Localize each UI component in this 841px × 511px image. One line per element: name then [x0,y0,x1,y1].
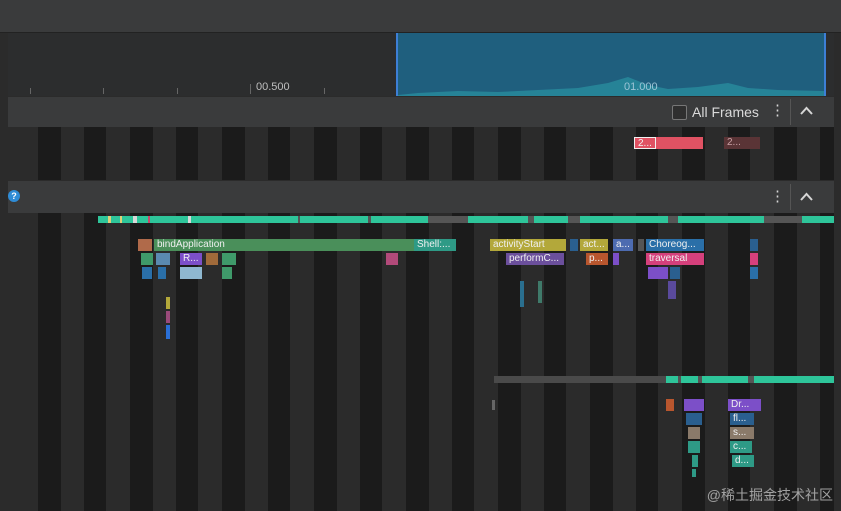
tick-label-0-5: 00.500 [256,81,290,93]
watermark: @稀土掘金技术社区 [706,487,833,503]
tick-mark [103,88,104,94]
slice-shell[interactable]: Shell:... [414,239,456,251]
divider [790,184,791,210]
cpu-usage-area [398,77,824,96]
slice-activity-start[interactable]: activityStart [490,239,566,251]
tick-mark [324,88,325,94]
help-icon[interactable]: ? [8,190,20,202]
more-vert-icon[interactable]: ⋮ [770,189,785,204]
slice-dr[interactable]: Dr... [728,399,761,411]
slice-choreographer[interactable]: Choreog... [646,239,704,251]
slice-r[interactable]: R... [180,253,202,265]
slice-block[interactable] [138,239,152,251]
slice-bind-application[interactable]: bindApplication [154,239,414,251]
slice-d[interactable]: d... [732,455,754,467]
frame-slice-bar[interactable] [656,137,703,149]
more-vert-icon[interactable]: ⋮ [770,103,785,118]
tick-mark [30,88,31,94]
top-toolbar [0,0,841,33]
tick-mark [177,88,178,94]
timeline-selection[interactable] [396,33,826,96]
slice-traversal[interactable]: traversal [646,253,704,265]
slice-a[interactable]: a... [613,239,633,251]
checkbox-icon[interactable] [672,105,687,120]
tick-mark [250,84,251,94]
slice-c[interactable]: c... [730,441,752,453]
collapse-up-icon[interactable] [800,192,813,201]
slice-p[interactable]: p... [586,253,608,265]
thread-lane: bindApplication Shell:... activityStart … [8,213,834,511]
all-frames-label: All Frames [692,104,759,120]
frames-lane: 2... 2... [8,127,834,180]
frame-slice[interactable]: 2... [724,137,760,149]
thread-header [8,181,834,213]
frame-slice[interactable]: 2... [634,137,656,149]
slice-act[interactable]: act... [580,239,608,251]
slice-perform-c[interactable]: performC... [506,253,564,265]
tick-label-1-0: 01.000 [624,81,658,93]
slice-fl[interactable]: fl... [730,413,754,425]
collapse-up-icon[interactable] [800,106,813,115]
divider [790,99,791,125]
slice-s[interactable]: s... [730,427,754,439]
